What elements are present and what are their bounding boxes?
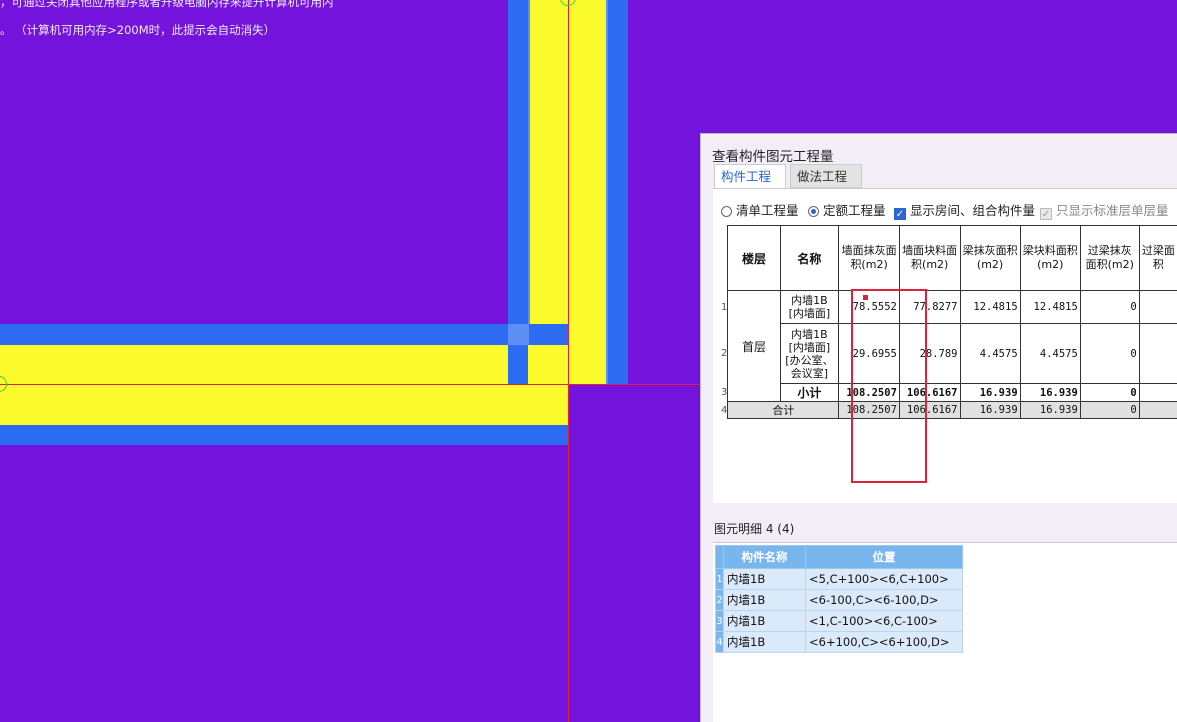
detail-area: 构件名称 位置 1 内墙1B <5,C+100><6,C+100> 2 内墙1B… — [713, 542, 1177, 722]
radio-off-icon — [721, 206, 732, 217]
tab-method-quantity[interactable]: 做法工程量 — [790, 164, 862, 208]
detail-row-index: 3 — [715, 610, 724, 632]
detail-row[interactable]: 4 内墙1B <6+100,C><6+100,D> — [715, 631, 963, 653]
checkbox-show-room[interactable]: ✓ 显示房间、组合构件量 — [894, 200, 1035, 220]
wall-junction-top — [529, 324, 568, 345]
cell-value[interactable] — [1138, 383, 1177, 402]
tab-component-quantity[interactable]: 构件工程量 — [714, 164, 786, 208]
detail-table[interactable]: 构件名称 位置 1 内墙1B <5,C+100><6,C+100> 2 内墙1B… — [715, 545, 963, 653]
cell-subtotal-label[interactable]: 小计 — [779, 383, 840, 402]
cell-value[interactable]: 4.4575 — [959, 323, 1021, 384]
detail-row[interactable]: 1 内墙1B <5,C+100><6,C+100> — [715, 568, 963, 590]
detail-count: 4 (4) — [765, 522, 795, 536]
checkbox-standard-floor-label: 只显示标准层单层量 — [1056, 203, 1169, 218]
cell-value[interactable]: 16.939 — [959, 383, 1021, 402]
radio-quota-quantity[interactable]: 定额工程量 — [808, 200, 886, 219]
cad-canvas[interactable]: ，可通过关闭其他应用程序或者升级电脑内存来提升计算机可用内 。 （计算机可用内存… — [0, 0, 700, 722]
header-wall-plaster[interactable]: 墙面抹灰面积(m2) — [838, 225, 900, 291]
detail-cell-position[interactable]: <5,C+100><6,C+100> — [805, 568, 963, 590]
cell-value[interactable]: 0 — [1079, 383, 1140, 402]
cell-value[interactable] — [1138, 323, 1177, 384]
table-header-row: 楼层 名称 墙面抹灰面积(m2) 墙面块料面积(m2) 梁抹灰面积(m2) 梁块… — [721, 225, 1177, 291]
header-wall-tile[interactable]: 墙面块料面积(m2) — [898, 225, 961, 291]
cell-value[interactable]: 16.939 — [1019, 401, 1081, 419]
checkmark-icon: ✓ — [894, 208, 906, 220]
cell-total-label[interactable]: 合计 — [727, 401, 840, 419]
header-name[interactable]: 名称 — [779, 225, 840, 291]
cell-name[interactable]: 内墙1B [内墙面][办公室、会议室] — [779, 323, 840, 384]
cell-value[interactable] — [1138, 290, 1177, 324]
axis-line-vertical — [568, 0, 569, 722]
quantity-table[interactable]: 楼层 名称 墙面抹灰面积(m2) 墙面块料面积(m2) 梁抹灰面积(m2) 梁块… — [721, 225, 1177, 419]
detail-cell-position[interactable]: <1,C-100><6,C-100> — [805, 610, 963, 632]
checkbox-standard-floor[interactable]: ✓ 只显示标准层单层量 — [1040, 200, 1169, 220]
header-lintel-area[interactable]: 过梁面积 — [1138, 225, 1177, 291]
wall-horizontal-fill[interactable] — [0, 345, 568, 425]
detail-header-name[interactable]: 构件名称 — [723, 545, 806, 569]
detail-cell-name[interactable]: 内墙1B — [723, 568, 806, 590]
wall-junction-corner — [508, 324, 529, 345]
detail-header-row: 构件名称 位置 — [715, 545, 963, 569]
cell-value[interactable]: 12.4815 — [959, 290, 1021, 324]
cell-value[interactable]: 16.939 — [1019, 383, 1081, 402]
detail-row[interactable]: 3 内墙1B <1,C-100><6,C-100> — [715, 610, 963, 632]
checkbox-show-room-label: 显示房间、组合构件量 — [910, 203, 1036, 218]
memory-warning-line2: 。 （计算机可用内存>200M时，此提示会自动消失） — [0, 23, 276, 37]
detail-cell-name[interactable]: 内墙1B — [723, 631, 806, 653]
memory-warning-line1: ，可通过关闭其他应用程序或者升级电脑内存来提升计算机可用内 — [0, 0, 334, 9]
cell-value[interactable]: 16.939 — [959, 401, 1021, 419]
view-quantity-dialog[interactable]: 查看构件图元工程量 构件工程量 做法工程量 清单工程量 定额工程量 ✓ 显示房间、… — [700, 133, 1177, 722]
cell-value[interactable]: 0 — [1079, 290, 1140, 324]
header-floor[interactable]: 楼层 — [727, 225, 781, 291]
header-beam-tile[interactable]: 梁块料面积(m2) — [1019, 225, 1081, 291]
detail-row-index: 4 — [715, 631, 724, 653]
highlight-dot — [863, 295, 868, 300]
header-lintel-plaster[interactable]: 过梁抹灰面积(m2) — [1079, 225, 1140, 291]
radio-on-icon — [808, 206, 819, 217]
radio-bill-label: 清单工程量 — [736, 203, 799, 218]
axis-line-horizontal — [0, 384, 700, 385]
highlight-box — [851, 289, 927, 483]
detail-label: 图元明细 — [714, 522, 763, 536]
detail-row-index: 1 — [715, 568, 724, 590]
wall-junction-fill — [529, 345, 568, 425]
radio-quota-label: 定额工程量 — [823, 203, 886, 218]
cell-value[interactable] — [1138, 401, 1177, 419]
wall-horizontal-bottom-edge[interactable] — [0, 425, 568, 445]
table-row-total[interactable]: 4 合计 108.2507 106.6167 16.939 16.939 0 — [721, 401, 1177, 419]
cell-value[interactable]: 0 — [1079, 323, 1140, 384]
detail-cell-name[interactable]: 内墙1B — [723, 610, 806, 632]
dialog-title: 查看构件图元工程量 — [712, 149, 834, 165]
table-row[interactable]: 2 内墙1B [内墙面][办公室、会议室] 29.6955 28.789 4.4… — [721, 323, 1177, 384]
cell-floor[interactable]: 首层 — [727, 290, 781, 402]
detail-cell-position[interactable]: <6+100,C><6+100,D> — [805, 631, 963, 653]
table-row-subtotal[interactable]: 3 小计 108.2507 106.6167 16.939 16.939 0 — [721, 383, 1177, 402]
detail-row[interactable]: 2 内墙1B <6-100,C><6-100,D> — [715, 589, 963, 611]
row-index: 1 — [721, 290, 728, 324]
row-index: 2 — [721, 323, 728, 384]
header-beam-plaster[interactable]: 梁抹灰面积(m2) — [959, 225, 1021, 291]
detail-cell-name[interactable]: 内墙1B — [723, 589, 806, 611]
cell-value[interactable]: 4.4575 — [1019, 323, 1081, 384]
detail-cell-position[interactable]: <6-100,C><6-100,D> — [805, 589, 963, 611]
row-index: 3 — [721, 383, 728, 402]
wall-horizontal-top-edge[interactable] — [0, 324, 568, 345]
checkmark-disabled-icon: ✓ — [1040, 208, 1052, 220]
row-index: 4 — [721, 401, 728, 419]
radio-bill-quantity[interactable]: 清单工程量 — [721, 200, 799, 219]
cell-name[interactable]: 内墙1B [内墙面] — [779, 290, 840, 324]
cell-value[interactable]: 12.4815 — [1019, 290, 1081, 324]
cell-value[interactable]: 0 — [1079, 401, 1140, 419]
detail-header-position[interactable]: 位置 — [805, 545, 963, 569]
detail-label-group: 图元明细 4 (4) — [714, 520, 794, 537]
table-row[interactable]: 1 首层 内墙1B [内墙面] 78.5552 77.8277 12.4815 … — [721, 290, 1177, 402]
detail-row-index: 2 — [715, 589, 724, 611]
quantity-panel: 清单工程量 定额工程量 ✓ 显示房间、组合构件量 ✓ 只显示标准层单层量 楼层 名称… — [713, 188, 1177, 553]
